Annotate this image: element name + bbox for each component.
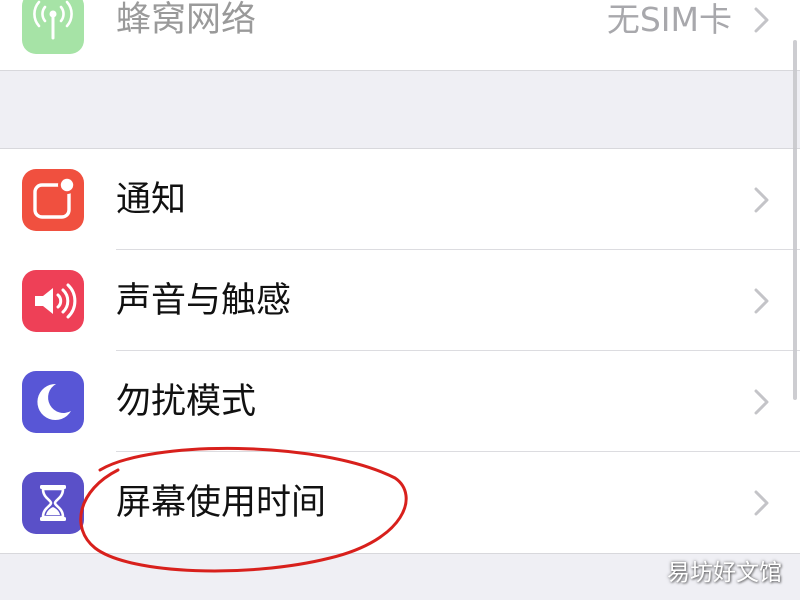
- settings-row-screen-time[interactable]: 屏幕使用时间: [0, 452, 800, 553]
- settings-row-label: 屏幕使用时间: [116, 483, 327, 523]
- speaker-icon: [22, 270, 84, 332]
- settings-row-notifications[interactable]: 通知: [0, 149, 800, 250]
- settings-row-label: 蜂窝网络: [116, 0, 257, 40]
- settings-row-cellular[interactable]: 蜂窝网络 无SIM卡: [0, 0, 800, 95]
- chevron-right-icon: [752, 5, 772, 35]
- settings-row-label: 声音与触感: [116, 281, 292, 321]
- scroll-indicator[interactable]: [793, 40, 797, 400]
- settings-screen: 蜂窝网络 无SIM卡 通知 声音与触感 勿扰模式 屏幕使用时间 易坊好文馆: [0, 0, 800, 600]
- chevron-right-icon: [752, 185, 772, 215]
- chevron-right-icon: [752, 387, 772, 417]
- settings-row-value: 无SIM卡: [606, 0, 732, 39]
- settings-row-sounds[interactable]: 声音与触感: [0, 250, 800, 351]
- antenna-icon: [22, 0, 84, 54]
- hourglass-icon: [22, 472, 84, 534]
- notifications-icon: [22, 169, 84, 231]
- chevron-right-icon: [752, 286, 772, 316]
- settings-row-do-not-disturb[interactable]: 勿扰模式: [0, 351, 800, 452]
- settings-row-label: 勿扰模式: [116, 382, 257, 422]
- settings-row-label: 通知: [116, 180, 187, 220]
- settings-group-notifications: 通知 声音与触感 勿扰模式 屏幕使用时间: [0, 148, 800, 554]
- moon-icon: [22, 371, 84, 433]
- settings-group-connectivity: 蜂窝网络 无SIM卡: [0, 0, 800, 71]
- watermark-text: 易坊好文馆: [667, 560, 782, 586]
- chevron-right-icon: [752, 488, 772, 518]
